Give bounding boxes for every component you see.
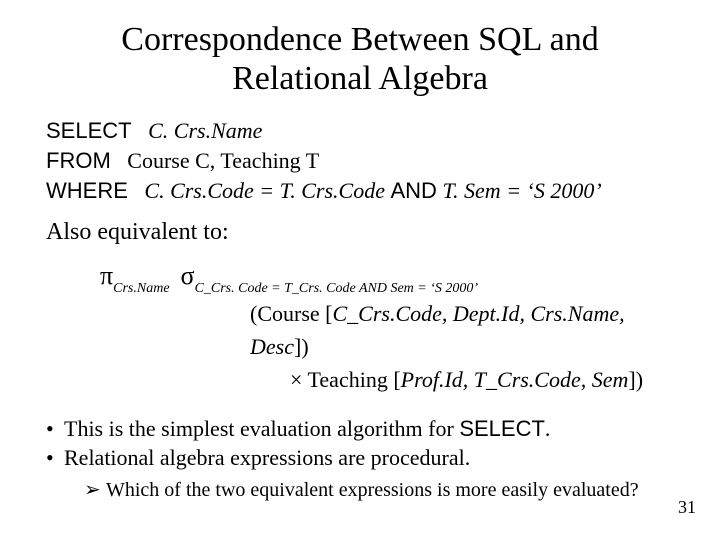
- where-keyword: WHERE: [46, 178, 128, 203]
- where-expr-b: T. Sem = ‘S 2000’: [437, 178, 602, 203]
- rparen: ): [301, 334, 308, 359]
- select-keyword: SELECT: [46, 118, 132, 143]
- bullet-1-text: This is the simplest evaluation algorith…: [64, 414, 550, 444]
- arrow-icon: ➢: [84, 477, 106, 504]
- sql-block: SELECT C. Crs.Name FROM Course C, Teachi…: [46, 116, 680, 205]
- and-keyword: AND: [390, 178, 436, 203]
- from-teaching: Teaching: [220, 148, 300, 173]
- bullet-2: • Relational algebra expressions are pro…: [46, 443, 680, 473]
- pi-subscript: Crs.Name: [113, 281, 169, 296]
- bullet-2-text: Relational algebra expressions are proce…: [64, 443, 470, 473]
- teaching-cols: Prof.Id, T_Crs.Code, Sem: [401, 367, 629, 392]
- slide-title: Correspondence Between SQL and Relationa…: [40, 20, 680, 98]
- bullet-icon: •: [46, 414, 64, 444]
- sigma-subscript: C_Crs. Code = T_Crs. Code AND Sem = ‘S 2…: [195, 281, 479, 296]
- sql-select: SELECT C. Crs.Name: [46, 116, 680, 146]
- lbracket-2: [: [388, 367, 401, 392]
- select-expr: C. Crs.Name: [148, 118, 262, 143]
- from-keyword: FROM: [46, 148, 111, 173]
- sub-bullet-1: ➢ Which of the two equivalent expression…: [84, 477, 680, 504]
- bullet-icon: •: [46, 443, 64, 473]
- sql-where: WHERE C. Crs.Code = T. Crs.Code AND T. S…: [46, 176, 680, 206]
- bullet-list: • This is the simplest evaluation algori…: [46, 414, 680, 504]
- ra-line-3: × Teaching [Prof.Id, T_Crs.Code, Sem]): [290, 363, 680, 396]
- sub-bullet-text: Which of the two equivalent expressions …: [106, 477, 639, 504]
- from-sep: C,: [190, 148, 221, 173]
- ra-line-1: πCrs.Name σC_Crs. Code = T_Crs. Code AND…: [100, 256, 680, 296]
- bullet-1: • This is the simplest evaluation algori…: [46, 414, 680, 444]
- title-line-1: Correspondence Between SQL and: [121, 21, 598, 58]
- title-line-2: Relational Algebra: [232, 60, 488, 97]
- also-label: Also equivalent to:: [46, 219, 680, 246]
- relational-algebra-expr: πCrs.Name σC_Crs. Code = T_Crs. Code AND…: [100, 256, 680, 395]
- sigma-operator: σ: [181, 261, 195, 290]
- teaching-rel: Teaching: [308, 367, 388, 392]
- bullet-1-select: SELECT: [459, 416, 545, 441]
- page-number: 31: [678, 497, 696, 518]
- bullet-1-a: This is the simplest evaluation algorith…: [64, 416, 459, 441]
- from-alias: T: [301, 148, 320, 173]
- sql-from: FROM Course C, Teaching T: [46, 146, 680, 176]
- where-expr-a: C. Crs.Code = T. Crs.Code: [144, 178, 390, 203]
- pi-operator: π: [100, 261, 113, 290]
- times-operator: ×: [290, 367, 308, 392]
- slide: Correspondence Between SQL and Relationa…: [0, 0, 720, 540]
- ra-line-2: (Course [C_Crs.Code, Dept.Id, Crs.Name, …: [250, 297, 680, 363]
- from-course: Course: [127, 148, 189, 173]
- bullet-1-c: .: [545, 416, 551, 441]
- course-rel: Course: [257, 301, 319, 326]
- lbracket: [: [320, 301, 333, 326]
- rbracket-2: ]): [628, 367, 643, 392]
